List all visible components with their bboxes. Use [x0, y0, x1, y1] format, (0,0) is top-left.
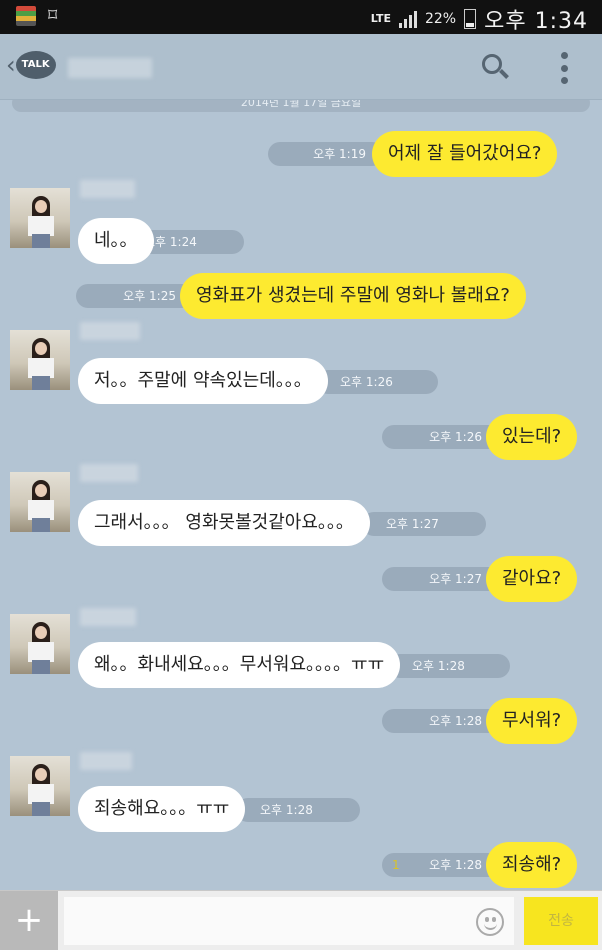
my-message-bubble[interactable]: 어제 잘 들어갔어요? — [372, 131, 558, 177]
their-message-bubble[interactable]: 저。。주말에 약속있는데。。。 — [78, 358, 328, 404]
search-button[interactable] — [480, 52, 510, 82]
status-bar: ⌑ LTE 22% 오후 1:34 — [0, 0, 602, 34]
my-message-bubble[interactable]: 무서워? — [486, 698, 578, 744]
my-message-bubble[interactable]: 있는데? — [486, 414, 578, 460]
their-message-bubble[interactable]: 왜。。화내세요。。。무서워요。。。。ㅠㅠ — [78, 642, 401, 688]
avatar[interactable] — [10, 188, 70, 248]
message-time: 오후 1:25 — [76, 284, 194, 308]
sender-name-blurred — [80, 752, 132, 770]
chevron-left-icon: ‹ — [6, 51, 16, 79]
date-divider: 2014년 1월 17일 금요일 — [12, 100, 590, 112]
message-time: 오후 1:26 — [316, 370, 438, 394]
app-stack-icon — [16, 6, 36, 26]
network-type: LTE — [370, 12, 391, 25]
back-button[interactable]: ‹ TALK — [6, 50, 56, 80]
message-time: 오후 1:28 — [388, 654, 510, 678]
message-time: 오후 1:28 — [382, 853, 500, 877]
message-time: 오후 1:27 — [362, 512, 486, 536]
chat-title-blurred — [68, 58, 152, 78]
sender-name-blurred — [80, 322, 140, 340]
my-message-bubble[interactable]: 같아요? — [486, 556, 578, 602]
input-bar: + 전송 — [0, 890, 602, 950]
attach-plus-button[interactable]: + — [0, 891, 58, 950]
send-button[interactable]: 전송 — [524, 897, 598, 945]
chat-header: ‹ TALK — [0, 34, 602, 100]
message-time: 오후 1:28 — [236, 798, 360, 822]
message-time: 오후 1:26 — [382, 425, 500, 449]
avatar[interactable] — [10, 472, 70, 532]
message-time: 오후 1:28 — [382, 709, 500, 733]
message-time: 오후 1:19 — [268, 142, 384, 166]
status-clock: 오후 1:34 — [484, 9, 588, 34]
chat-area[interactable]: 2014년 1월 17일 금요일 오후 1:19 어제 잘 들어갔어요? 오후 … — [0, 100, 602, 890]
battery-icon — [464, 9, 477, 29]
talk-logo: TALK — [15, 51, 56, 79]
more-menu-button[interactable] — [557, 52, 571, 84]
broom-icon: ⌑ — [48, 5, 58, 26]
emoticon-icon[interactable] — [476, 908, 504, 936]
battery-percent: 22% — [424, 11, 457, 27]
their-message-bubble[interactable]: 그래서。。。 영화못볼것같아요。。。 — [78, 500, 370, 546]
their-message-bubble[interactable]: 죄송해요。。。ㅠㅠ — [78, 786, 246, 832]
message-time: 오후 1:27 — [382, 567, 500, 591]
my-message-bubble[interactable]: 영화표가 생겼는데 주말에 영화나 볼래요? — [180, 273, 526, 319]
sender-name-blurred — [80, 180, 135, 198]
status-left: ⌑ — [16, 6, 68, 26]
more-vertical-icon — [560, 52, 568, 59]
message-input[interactable] — [64, 897, 514, 945]
my-message-bubble[interactable]: 죄송해? — [486, 842, 578, 888]
avatar[interactable] — [10, 330, 70, 390]
status-right: LTE 22% 오후 1:34 — [371, 3, 588, 35]
signal-icon — [398, 10, 417, 28]
sender-name-blurred — [80, 464, 138, 482]
avatar[interactable] — [10, 614, 70, 674]
avatar[interactable] — [10, 756, 70, 816]
unread-count: 1 — [392, 858, 400, 872]
their-message-bubble[interactable]: 네。。 — [78, 218, 154, 264]
sender-name-blurred — [80, 608, 136, 626]
